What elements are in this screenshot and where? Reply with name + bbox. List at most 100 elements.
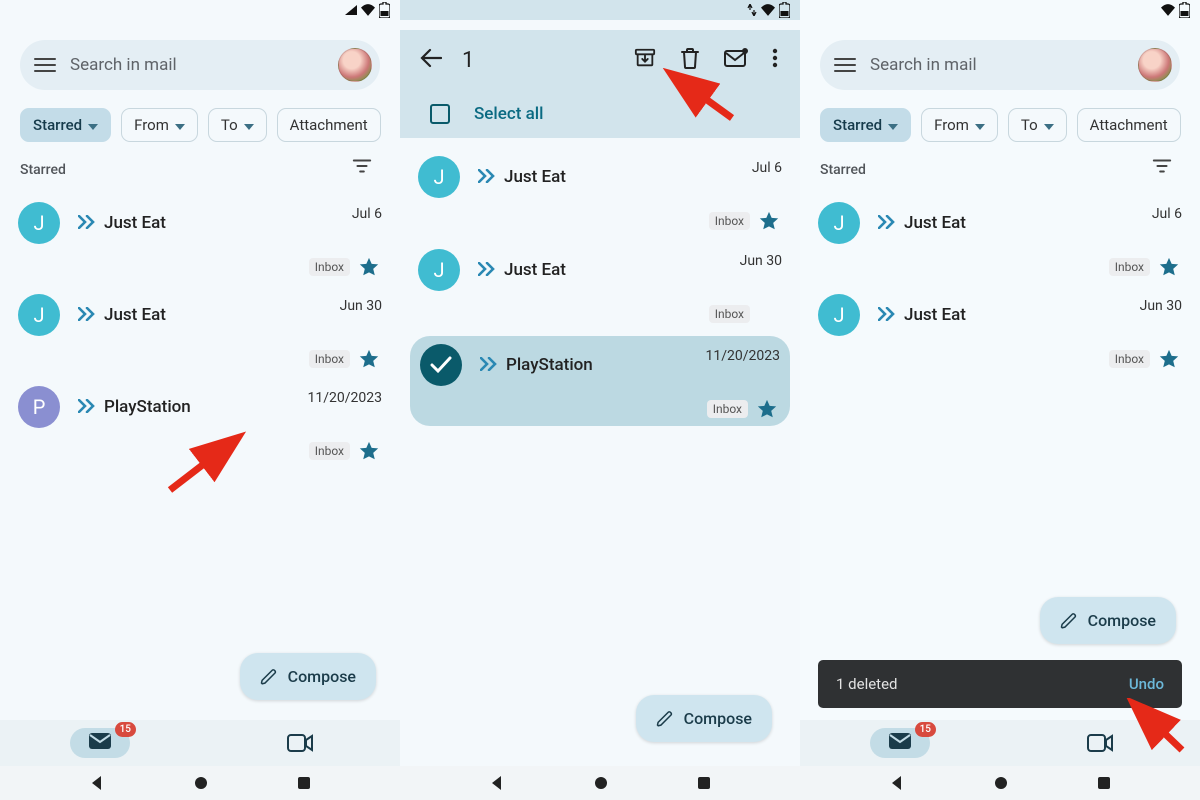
folder-tag-inbox: Inbox xyxy=(1109,258,1150,276)
delete-button[interactable] xyxy=(668,47,712,73)
sender-avatar[interactable]: J xyxy=(818,202,860,244)
sender-avatar-selected[interactable] xyxy=(420,344,462,386)
selection-toolbar: 1 xyxy=(400,30,800,90)
nav-back-icon[interactable] xyxy=(489,775,505,791)
chip-label: To xyxy=(221,116,238,134)
menu-icon[interactable] xyxy=(34,54,56,76)
star-icon[interactable] xyxy=(1158,256,1180,278)
email-row-justeat-jun30[interactable]: J Just Eat Jun 30 Inbox xyxy=(0,288,400,374)
chip-from[interactable]: From xyxy=(121,108,198,142)
chip-label: Attachment xyxy=(1090,116,1168,134)
star-icon[interactable] xyxy=(358,348,380,370)
compose-button[interactable]: Compose xyxy=(240,653,376,700)
chip-starred[interactable]: Starred xyxy=(820,108,911,142)
nav-recent-icon[interactable] xyxy=(1097,776,1111,790)
sender-name: Just Eat xyxy=(104,213,346,233)
nav-home-icon[interactable] xyxy=(994,776,1008,790)
compose-button[interactable]: Compose xyxy=(636,695,772,742)
chip-attachment[interactable]: Attachment xyxy=(1077,108,1181,142)
email-row-playstation[interactable]: P PlayStation 11/20/2023 Inbox xyxy=(0,380,400,466)
sender-avatar[interactable]: J xyxy=(418,249,460,291)
battery-icon xyxy=(379,2,390,18)
star-icon[interactable] xyxy=(758,303,780,325)
sender-avatar[interactable]: J xyxy=(818,294,860,336)
nav-home-icon[interactable] xyxy=(194,776,208,790)
undo-button[interactable]: Undo xyxy=(1129,675,1164,693)
sender-avatar[interactable]: J xyxy=(18,202,60,244)
sync-icon xyxy=(747,4,757,16)
chip-label: Starred xyxy=(833,116,882,134)
folder-tag-inbox: Inbox xyxy=(707,400,748,418)
compose-button[interactable]: Compose xyxy=(1040,597,1176,644)
nav-back-icon[interactable] xyxy=(89,775,105,791)
star-icon[interactable] xyxy=(358,440,380,462)
tab-meet[interactable] xyxy=(200,734,400,752)
video-icon xyxy=(287,734,313,752)
star-icon[interactable] xyxy=(358,256,380,278)
email-row-justeat-jul6[interactable]: J Just Eat Jul 6 Inbox xyxy=(0,196,400,282)
chip-label: To xyxy=(1021,116,1038,134)
chip-attachment[interactable]: Attachment xyxy=(277,108,381,142)
archive-button[interactable] xyxy=(622,47,668,73)
archive-icon xyxy=(634,47,656,69)
sender-name: Just Eat xyxy=(904,305,1134,325)
star-icon[interactable] xyxy=(758,210,780,232)
tab-mail[interactable]: 15 xyxy=(800,728,1000,758)
sender-avatar[interactable]: P xyxy=(18,386,60,428)
select-all-row[interactable]: Select all xyxy=(400,90,800,138)
compose-label: Compose xyxy=(684,709,752,728)
account-avatar[interactable] xyxy=(1138,48,1172,82)
snackbar-text: 1 deleted xyxy=(836,675,898,693)
search-bar[interactable]: Search in mail xyxy=(820,40,1180,90)
email-date: Jun 30 xyxy=(1140,294,1182,314)
sender-avatar[interactable]: J xyxy=(18,294,60,336)
battery-icon xyxy=(779,2,790,18)
search-bar[interactable]: Search in mail xyxy=(20,40,380,90)
email-row-justeat-jun30[interactable]: J Just Eat Jun 30 Inbox xyxy=(800,288,1200,374)
unread-badge: 15 xyxy=(115,722,136,737)
sender-name: Just Eat xyxy=(504,260,734,280)
bottom-tabs: 15 xyxy=(800,720,1200,766)
email-date: Jun 30 xyxy=(340,294,382,314)
status-bar xyxy=(400,0,800,20)
filter-tune-icon[interactable] xyxy=(352,158,372,178)
chip-to[interactable]: To xyxy=(208,108,267,142)
email-row-justeat-jul6[interactable]: J Just Eat Jul 6 Inbox xyxy=(400,150,800,236)
wifi-icon xyxy=(1161,4,1175,16)
star-icon[interactable] xyxy=(756,398,778,420)
email-row-justeat-jul6[interactable]: J Just Eat Jul 6 Inbox xyxy=(800,196,1200,282)
check-icon xyxy=(430,356,452,374)
email-row-justeat-jun30[interactable]: J Just Eat Jun 30 Inbox xyxy=(400,243,800,329)
sender-avatar[interactable]: J xyxy=(418,156,460,198)
chip-from[interactable]: From xyxy=(921,108,998,142)
email-row-playstation-selected[interactable]: PlayStation 11/20/2023 Inbox xyxy=(410,336,790,426)
folder-tag-inbox: Inbox xyxy=(1109,350,1150,368)
chip-starred[interactable]: Starred xyxy=(20,108,111,142)
nav-back-icon[interactable] xyxy=(889,775,905,791)
folder-tag-inbox: Inbox xyxy=(709,305,750,323)
status-bar xyxy=(800,0,1200,20)
tab-meet[interactable] xyxy=(1000,734,1200,752)
account-avatar[interactable] xyxy=(338,48,372,82)
back-button[interactable] xyxy=(410,38,452,82)
nav-home-icon[interactable] xyxy=(594,776,608,790)
folder-tag-inbox: Inbox xyxy=(309,442,350,460)
overflow-button[interactable] xyxy=(760,48,790,72)
filter-tune-icon[interactable] xyxy=(1152,158,1172,178)
menu-icon[interactable] xyxy=(834,54,856,76)
folder-tag-inbox: Inbox xyxy=(309,350,350,368)
mark-unread-button[interactable] xyxy=(712,48,760,72)
checkbox-icon[interactable] xyxy=(430,104,450,124)
mail-icon xyxy=(888,732,912,750)
more-vert-icon xyxy=(772,48,778,68)
nav-recent-icon[interactable] xyxy=(297,776,311,790)
nav-recent-icon[interactable] xyxy=(697,776,711,790)
folder-tag-inbox: Inbox xyxy=(709,212,750,230)
chip-to[interactable]: To xyxy=(1008,108,1067,142)
status-bar xyxy=(0,0,400,20)
star-icon[interactable] xyxy=(1158,348,1180,370)
compose-label: Compose xyxy=(1088,611,1156,630)
tab-mail[interactable]: 15 xyxy=(0,728,200,758)
chevron-down-icon xyxy=(1044,116,1054,134)
chevron-down-icon xyxy=(88,116,98,134)
